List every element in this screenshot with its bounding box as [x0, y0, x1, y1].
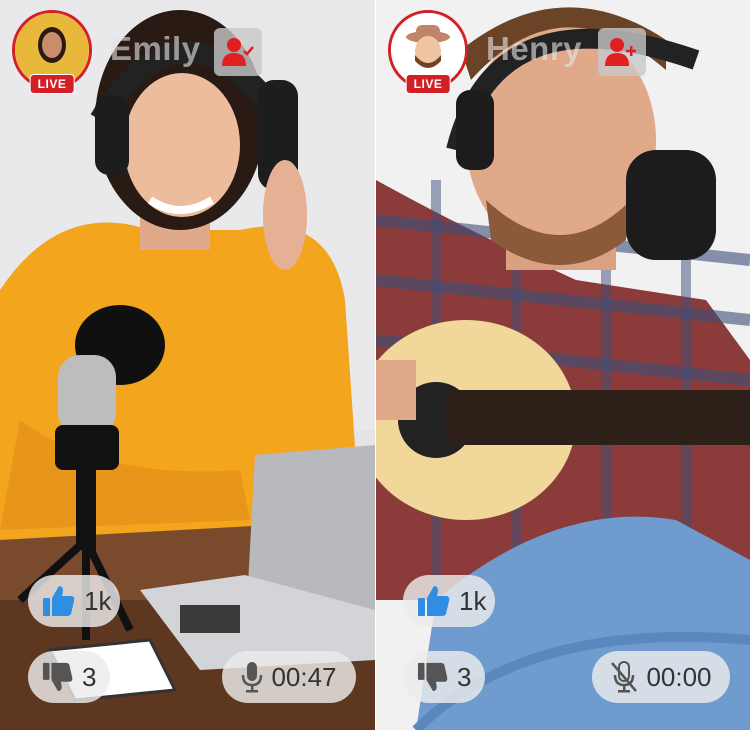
streamer-avatar[interactable]: LIVE — [12, 10, 92, 94]
user-check-icon — [222, 37, 254, 67]
like-count: 1k — [84, 585, 112, 616]
microphone-muted-icon — [610, 661, 638, 693]
dislike-count: 3 — [457, 661, 472, 692]
like-button[interactable]: 1k — [28, 575, 120, 627]
stream-panel-emily[interactable]: LIVE Emily 1k 3 00:47 — [0, 0, 375, 730]
streamer-avatar[interactable]: LIVE — [388, 10, 468, 94]
streamer-name: Emily — [110, 30, 201, 67]
follow-button[interactable] — [598, 28, 646, 76]
like-count: 1k — [459, 585, 487, 616]
dislike-button[interactable]: 3 — [28, 651, 110, 703]
live-stream-grid: LIVE Emily 1k 3 00:47 LIVE Henry 1k 3 00… — [0, 0, 750, 730]
thumbs-down-icon — [417, 661, 449, 693]
thumbs-up-icon — [42, 584, 76, 618]
mic-timer[interactable]: 00:47 — [222, 651, 356, 703]
streamer-name: Henry — [486, 30, 583, 67]
like-button[interactable]: 1k — [403, 575, 495, 627]
dislike-button[interactable]: 3 — [403, 651, 485, 703]
stream-timer: 00:47 — [271, 661, 337, 692]
mic-timer[interactable]: 00:00 — [592, 651, 730, 703]
thumbs-down-icon — [42, 661, 74, 693]
user-plus-icon — [605, 37, 639, 67]
live-badge: LIVE — [405, 74, 451, 94]
thumbs-up-icon — [417, 584, 451, 618]
stream-panel-henry[interactable]: LIVE Henry 1k 3 00:00 — [376, 0, 750, 730]
live-badge: LIVE — [29, 74, 75, 94]
dislike-count: 3 — [82, 661, 97, 692]
stream-timer: 00:00 — [646, 661, 712, 692]
following-button[interactable] — [214, 28, 262, 76]
microphone-icon — [241, 661, 263, 693]
